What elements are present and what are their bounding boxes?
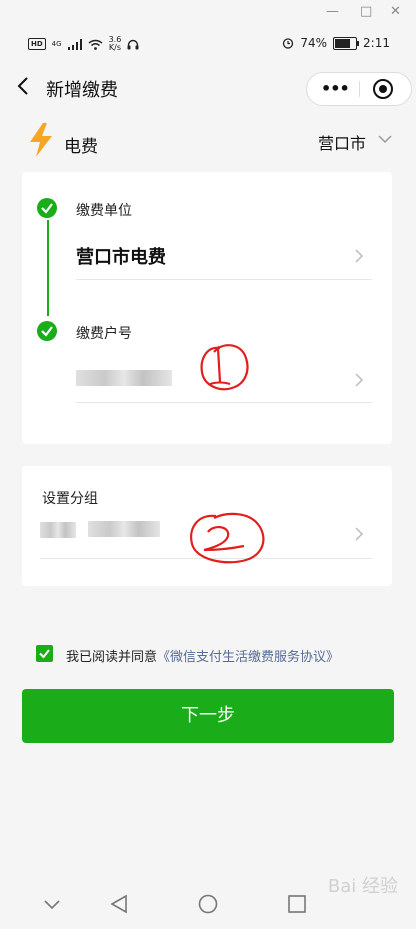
navigation-bar: 新增缴费 ••• xyxy=(0,64,416,110)
step-connector xyxy=(47,220,49,316)
redacted-group-part[interactable] xyxy=(88,521,160,537)
check-circle-icon xyxy=(37,321,57,341)
payment-unit-label: 缴费单位 xyxy=(76,203,132,219)
chevron-right-icon[interactable] xyxy=(354,248,364,264)
speed-unit: K/s xyxy=(108,43,121,52)
chevron-right-icon[interactable] xyxy=(354,372,364,388)
row-divider xyxy=(76,279,372,280)
agreement-prefix: 我已阅读并同意 xyxy=(66,650,158,665)
chevron-down-icon[interactable] xyxy=(378,134,392,144)
lightning-bolt-icon xyxy=(30,123,52,157)
handwritten-annotation-1 xyxy=(200,344,249,391)
service-name: 电费 xyxy=(64,137,98,157)
page-title: 新增缴费 xyxy=(46,80,118,101)
chevron-down-icon[interactable] xyxy=(44,900,60,910)
redacted-account-number[interactable] xyxy=(76,370,172,386)
window-controls: — □ ✕ xyxy=(0,0,416,26)
watermark: Bai 经验 xyxy=(327,876,398,897)
redacted-group-part[interactable] xyxy=(40,522,76,538)
agreement-text: 我已阅读并同意《微信支付生活缴费服务协议》 xyxy=(66,646,339,665)
agreement-row: 我已阅读并同意《微信支付生活缴费服务协议》 xyxy=(36,644,406,665)
account-number-label: 缴费户号 xyxy=(76,326,132,342)
city-selector[interactable]: 营口市 xyxy=(318,130,366,154)
network-type: 4G xyxy=(51,40,62,48)
back-arrow-icon[interactable] xyxy=(12,74,36,98)
payment-unit-value[interactable]: 营口市电费 xyxy=(76,243,166,269)
nav-recents-icon[interactable] xyxy=(288,895,306,913)
capsule-divider xyxy=(359,81,360,97)
nav-home-icon[interactable] xyxy=(198,894,218,914)
check-circle-icon xyxy=(37,198,57,218)
battery-icon xyxy=(333,36,360,50)
clock: 2:11 xyxy=(363,36,390,50)
agreement-checkbox[interactable] xyxy=(36,645,53,662)
close-miniprogram-icon[interactable] xyxy=(373,79,393,99)
mini-program-capsule: ••• xyxy=(306,72,412,106)
hd-badge: HD xyxy=(28,38,46,50)
more-button[interactable]: ••• xyxy=(321,79,350,98)
wifi-icon xyxy=(88,39,103,50)
headset-icon xyxy=(127,39,139,49)
group-label: 设置分组 xyxy=(42,491,98,507)
minimize-button[interactable]: — xyxy=(326,4,339,19)
status-bar: HD 4G 3.6 K/s 74% 2:11 xyxy=(0,32,416,58)
maximize-button[interactable]: □ xyxy=(360,4,372,19)
service-header: 电费 营口市 xyxy=(0,122,416,162)
battery-percent: 74% xyxy=(300,36,328,50)
net-speed: 3.6 K/s xyxy=(109,36,122,52)
signal-icon xyxy=(67,38,82,50)
close-button[interactable]: ✕ xyxy=(390,4,401,19)
chevron-right-icon[interactable] xyxy=(354,526,364,542)
nav-back-icon[interactable] xyxy=(110,894,128,914)
handwritten-annotation-2 xyxy=(190,512,265,564)
row-divider xyxy=(76,402,372,403)
next-step-button[interactable]: 下一步 xyxy=(22,689,394,743)
agreement-link[interactable]: 《微信支付生活缴费服务协议》 xyxy=(157,650,339,665)
alarm-icon xyxy=(283,38,294,49)
